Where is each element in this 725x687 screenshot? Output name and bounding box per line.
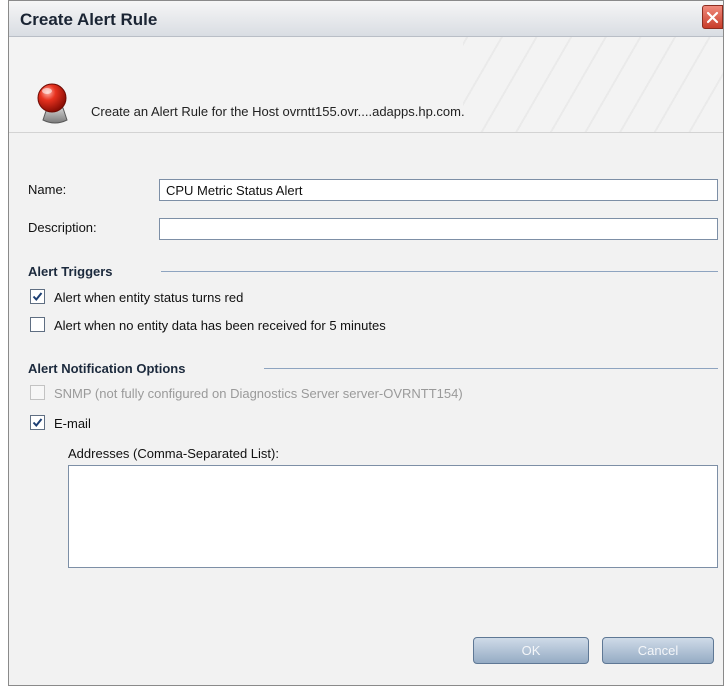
trigger-status-red-label[interactable]: Alert when entity status turns red (54, 290, 243, 305)
snmp-label: SNMP (not fully configured on Diagnostic… (54, 386, 463, 401)
dialog-header: Create an Alert Rule for the Host ovrntt… (9, 37, 723, 133)
email-checkbox[interactable] (30, 415, 45, 430)
addresses-textarea[interactable] (68, 465, 718, 568)
addresses-label: Addresses (Comma-Separated List): (68, 446, 279, 461)
trigger-no-data-checkbox[interactable] (30, 317, 45, 332)
trigger-status-red-checkbox[interactable] (30, 289, 45, 304)
description-field[interactable] (159, 218, 718, 240)
section-divider (264, 368, 718, 369)
close-icon (706, 11, 719, 24)
red-alert-icon (37, 83, 68, 124)
ok-button[interactable]: OK (473, 637, 589, 664)
name-field[interactable] (159, 179, 718, 201)
name-label: Name: (28, 182, 67, 197)
checkmark-icon (32, 418, 43, 428)
checkmark-icon (32, 292, 43, 302)
trigger-no-data-label[interactable]: Alert when no entity data has been recei… (54, 318, 386, 333)
snmp-checkbox (30, 385, 45, 400)
section-divider (161, 271, 718, 272)
description-label: Description: (28, 220, 97, 235)
title-bar[interactable]: Create Alert Rule (9, 1, 723, 37)
header-decoration (463, 37, 723, 132)
email-label[interactable]: E-mail (54, 416, 91, 431)
close-button[interactable] (702, 5, 723, 29)
notification-options-title: Alert Notification Options (28, 361, 186, 376)
cancel-button[interactable]: Cancel (602, 637, 714, 664)
create-alert-rule-dialog: Create Alert Rule Create an Alert Rule f… (8, 0, 724, 686)
header-message: Create an Alert Rule for the Host ovrntt… (91, 104, 465, 119)
dialog-title: Create Alert Rule (20, 10, 158, 29)
alert-triggers-title: Alert Triggers (28, 264, 113, 279)
